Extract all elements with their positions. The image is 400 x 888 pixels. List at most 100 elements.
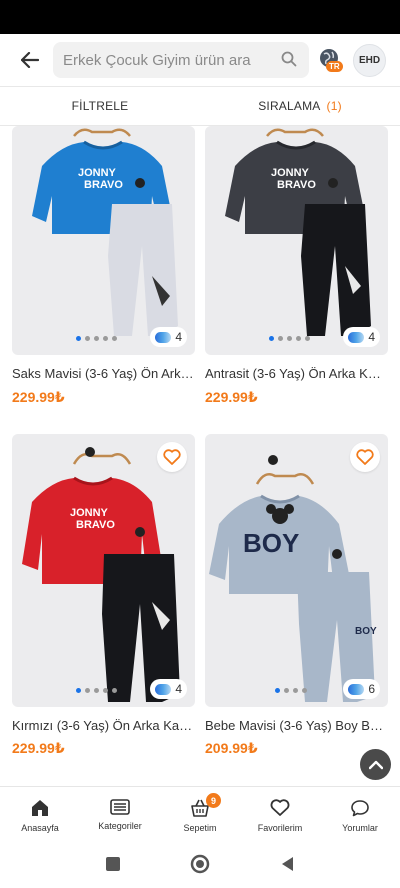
scroll-to-top-button[interactable]: [360, 749, 391, 780]
color-variant-icon: [348, 683, 365, 695]
sort-button[interactable]: SIRALAMA (1): [200, 87, 400, 125]
carousel-dot: [296, 336, 301, 341]
color-variant-icon: [155, 331, 172, 343]
product-image[interactable]: JONNY BRAVO 4: [205, 126, 388, 355]
product-name[interactable]: Antrasit (3-6 Yaş) Ön Arka Kapüşonsuz Eş…: [205, 366, 388, 381]
home-icon: [32, 800, 48, 816]
heart-icon: [163, 449, 181, 465]
search-box[interactable]: [53, 42, 309, 78]
account-avatar[interactable]: EHD: [353, 44, 386, 77]
product-photo: BOY BOY: [209, 455, 377, 702]
nav-label: Favorilerim: [257, 823, 303, 833]
filter-label: FİLTRELE: [71, 99, 129, 113]
search-icon[interactable]: [281, 51, 297, 67]
nav-favorites[interactable]: Favorilerim: [240, 787, 320, 840]
product-price: 209.99₺: [205, 740, 258, 756]
carousel-dot: [112, 688, 117, 693]
product-name[interactable]: Bebe Mavisi (3-6 Yaş) Boy Baskılı Eşofma…: [205, 718, 388, 733]
top-header: TR EHD: [0, 34, 400, 86]
system-navigation-bar: [0, 840, 400, 888]
arrow-left-icon: [21, 52, 39, 68]
nav-home[interactable]: Anasayfa: [0, 787, 80, 840]
product-image[interactable]: BOY BOY 6: [205, 434, 388, 707]
photo-count-badge: 4: [150, 327, 187, 347]
svg-text:JONNY: JONNY: [70, 507, 109, 519]
recents-button[interactable]: [106, 857, 120, 871]
product-image[interactable]: JONNY BRAVO 4: [12, 126, 195, 355]
nav-label: Anasayfa: [21, 823, 59, 833]
product-image[interactable]: JONNY BRAVO 4: [12, 434, 195, 707]
product-price: 229.99₺: [12, 740, 65, 756]
image-carousel-dots: [76, 688, 117, 693]
chat-bubble-icon: [351, 800, 369, 817]
svg-text:JONNY: JONNY: [78, 167, 117, 179]
carousel-dot: [94, 688, 99, 693]
language-badge: TR: [326, 61, 343, 72]
svg-text:BRAVO: BRAVO: [277, 179, 316, 191]
nav-categories[interactable]: Kategoriler: [80, 787, 160, 840]
photo-count-badge: 4: [150, 679, 187, 699]
carousel-dot: [284, 688, 289, 693]
sort-label: SIRALAMA: [258, 99, 321, 113]
carousel-dot: [275, 688, 280, 693]
home-circle-icon[interactable]: [190, 854, 210, 874]
image-carousel-dots: [76, 336, 117, 341]
filter-button[interactable]: FİLTRELE: [0, 87, 200, 125]
product-price: 229.99₺: [205, 389, 258, 405]
nav-label: Yorumlar: [342, 823, 378, 833]
carousel-dot: [305, 336, 310, 341]
product-name[interactable]: Kırmızı (3-6 Yaş) Ön Arka Kapüşonsuz Eşo…: [12, 718, 195, 733]
photo-count: 6: [368, 682, 375, 696]
color-variant-icon: [348, 331, 365, 343]
nav-cart[interactable]: 9 Sepetim: [160, 787, 240, 840]
list-icon: [110, 799, 130, 815]
svg-text:JONNY: JONNY: [271, 167, 310, 179]
carousel-dot: [269, 336, 274, 341]
svg-text:BOY: BOY: [243, 528, 299, 558]
heart-icon: [356, 449, 374, 465]
image-carousel-dots: [275, 688, 307, 693]
filter-sort-bar: FİLTRELE SIRALAMA (1): [0, 86, 400, 126]
nav-reviews[interactable]: Yorumlar: [320, 787, 400, 840]
color-variant-icon: [155, 683, 172, 695]
nav-label: Sepetim: [183, 823, 217, 833]
heart-icon: [270, 799, 290, 816]
product-name[interactable]: Saks Mavisi (3-6 Yaş) Ön Arka Kapüşonsuz…: [12, 366, 195, 381]
photo-count: 4: [175, 330, 182, 344]
favorite-button[interactable]: [350, 442, 380, 472]
back-triangle-icon[interactable]: [280, 856, 294, 872]
product-grid: JONNY BRAVO 4 Saks Mavisi (3-6 Yaş) Ön A…: [0, 126, 400, 786]
photo-count-badge: 6: [343, 679, 380, 699]
svg-text:BRAVO: BRAVO: [84, 179, 123, 191]
product-photo: JONNY BRAVO: [22, 447, 180, 702]
product-photo: JONNY BRAVO: [225, 128, 371, 336]
photo-count: 4: [368, 330, 375, 344]
carousel-dot: [112, 336, 117, 341]
product-price: 229.99₺: [12, 389, 65, 405]
sort-count: (1): [326, 99, 342, 113]
carousel-dot: [94, 336, 99, 341]
language-button[interactable]: TR: [318, 47, 346, 75]
photo-count-badge: 4: [343, 327, 380, 347]
svg-text:BOY: BOY: [355, 626, 377, 637]
search-input[interactable]: [63, 51, 263, 69]
back-button[interactable]: [8, 34, 52, 86]
photo-count: 4: [175, 682, 182, 696]
carousel-dot: [103, 336, 108, 341]
carousel-dot: [85, 688, 90, 693]
carousel-dot: [76, 688, 81, 693]
carousel-dot: [85, 336, 90, 341]
carousel-dot: [76, 336, 81, 341]
image-carousel-dots: [269, 336, 310, 341]
favorite-button[interactable]: [157, 442, 187, 472]
carousel-dot: [278, 336, 283, 341]
product-photo: JONNY BRAVO: [32, 128, 178, 336]
status-bar: [0, 0, 400, 34]
carousel-dot: [302, 688, 307, 693]
cart-count-badge: 9: [206, 793, 221, 808]
bottom-navigation: Anasayfa Kategoriler 9 Sepetim Favoriler…: [0, 786, 400, 840]
svg-text:BRAVO: BRAVO: [76, 519, 115, 531]
chevron-up-icon: [368, 760, 383, 769]
nav-label: Kategoriler: [98, 821, 142, 831]
carousel-dot: [103, 688, 108, 693]
